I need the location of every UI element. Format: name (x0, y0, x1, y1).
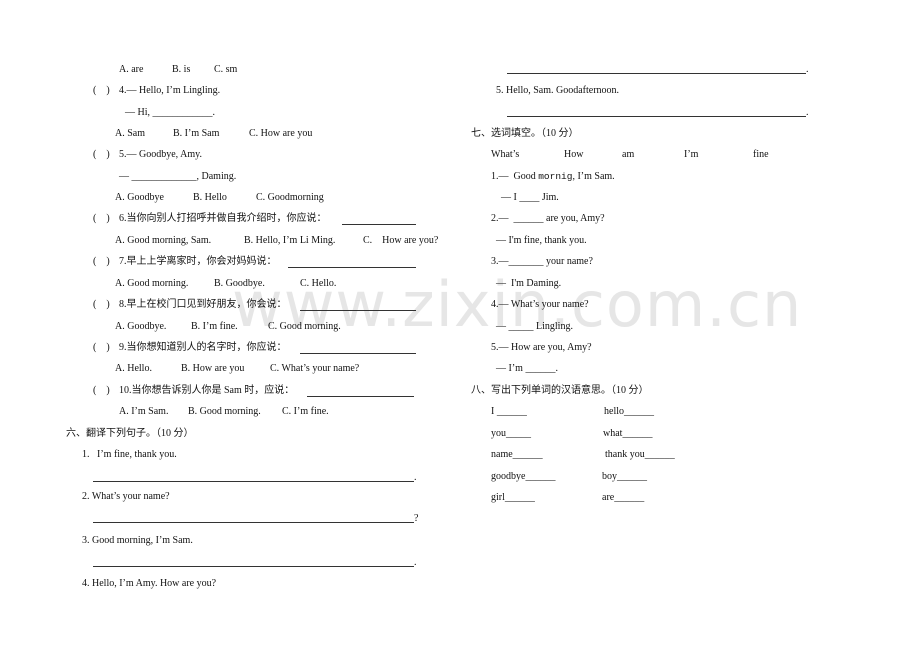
s6-item4-end: . (806, 64, 809, 75)
s8-word-boy: boy______ (602, 471, 647, 482)
s7-item4-answer: — _____ Lingling. (496, 321, 573, 332)
q9-option-a: A. Hello. (115, 363, 152, 374)
q10-option-c: C. I’m fine. (282, 406, 329, 417)
q6-option-b: B. Hello, I’m Li Ming. (244, 235, 336, 246)
q6-stem: 6.当你向别人打招呼并做自我介绍时，你应说： (119, 213, 327, 224)
section8-title: 八、写出下列单词的汉语意思。（10 分） (471, 385, 649, 396)
section6-title: 六、翻译下列句子。（10 分） (66, 428, 194, 439)
q9-option-b: B. How are you (181, 363, 245, 374)
q6-answer-line[interactable] (342, 224, 416, 225)
s7-item5-answer: — I’m ______. (496, 363, 558, 374)
q9-answer-paren[interactable]: ( ) (93, 342, 110, 354)
q10-answer-line[interactable] (307, 396, 414, 397)
s6-item1: 1. I’m fine, thank you. (82, 449, 177, 460)
s6-item5-end: . (806, 107, 809, 118)
q5-option-b: B. Hello (193, 192, 227, 203)
s7-item4-question: 4.— What’s your name? (491, 299, 589, 310)
section7-title: 七、选词填空。（10 分） (471, 128, 579, 139)
word-bank-am: am (622, 149, 635, 160)
q10-stem: 10.当你想告诉别人你是 Sam 时，应说： (119, 385, 295, 396)
s7-item1-q-pre: 1.— Good (491, 171, 539, 182)
q8-answer-paren[interactable]: ( ) (93, 299, 110, 311)
q3-option-c: C. sm (214, 64, 238, 75)
q6-answer-paren[interactable]: ( ) (93, 213, 110, 225)
q7-answer-paren[interactable]: ( ) (93, 256, 110, 268)
s7-item2-question: 2.— ______ are you, Amy? (491, 213, 605, 224)
q8-option-c: C. Good morning. (268, 321, 341, 332)
s7-item5-question: 5.— How are you, Amy? (491, 342, 592, 353)
word-bank-whats: What’s (491, 149, 520, 160)
q7-option-c: C. Hello. (300, 278, 337, 289)
q5-stem: 5.— Goodbye, Amy. (119, 149, 202, 160)
s6-item2: 2. What’s your name? (82, 491, 170, 502)
word-bank-how: How (564, 149, 584, 160)
q5-reply: — _____________, Daming. (119, 171, 237, 182)
q8-option-b: B. I’m fine. (191, 321, 238, 332)
s6-item1-answer-line[interactable] (93, 481, 414, 482)
q4-option-b: B. I’m Sam (173, 128, 220, 139)
s8-word-what: what______ (603, 428, 653, 439)
q5-option-c: C. Goodmorning (256, 192, 324, 203)
q8-answer-line[interactable] (300, 310, 416, 311)
q10-option-a: A. I’m Sam. (119, 406, 169, 417)
q6-option-c: C. How are you? (363, 235, 439, 246)
q5-option-a: A. Goodbye (115, 192, 164, 203)
q8-stem: 8.早上在校门口见到好朋友，你会说： (119, 299, 287, 310)
s8-word-girl: girl______ (491, 492, 535, 503)
s6-item2-answer-line[interactable] (93, 522, 414, 523)
s8-word-i: I ______ (491, 406, 527, 417)
s6-item4: 4. Hello, I’m Amy. How are you? (82, 578, 217, 589)
q10-option-b: B. Good morning. (188, 406, 261, 417)
s8-word-are: are______ (602, 492, 645, 503)
s8-word-hello: hello______ (604, 406, 654, 417)
s8-word-name: name______ (491, 449, 543, 460)
s6-item3-end: . (414, 557, 417, 568)
q4-reply: — Hi, ____________. (125, 107, 215, 118)
s7-item2-answer: — I'm fine, thank you. (496, 235, 587, 246)
q9-stem: 9.当你想知道别人的名字时，你应说： (119, 342, 287, 353)
s6-item3-answer-line[interactable] (93, 566, 414, 567)
s7-item1-q-post: , I’m Sam. (572, 171, 615, 182)
q7-answer-line[interactable] (288, 267, 416, 268)
word-bank-fine: fine (753, 149, 769, 160)
s8-word-thank-you: thank you______ (605, 449, 675, 460)
s8-word-you: you_____ (491, 428, 531, 439)
q7-stem: 7.早上上学离家时，你会对妈妈说： (119, 256, 277, 267)
s6-item1-end: . (414, 472, 417, 483)
q6-option-a: A. Good morning, Sam. (115, 235, 212, 246)
s7-item3-question: 3.—_______ your name? (491, 256, 593, 267)
s6-item4-answer-line[interactable] (507, 73, 806, 74)
q9-option-c: C. What’s your name? (270, 363, 360, 374)
s7-item1-question: 1.— Good mornig, I’m Sam. (491, 171, 615, 183)
q9-answer-line[interactable] (300, 353, 416, 354)
q3-option-a: A. are (119, 64, 144, 75)
q4-answer-paren[interactable]: ( ) (93, 85, 110, 97)
s6-item5: 5. Hello, Sam. Goodafternoon. (496, 85, 620, 96)
s6-item5-answer-line[interactable] (507, 116, 806, 117)
s6-item3: 3. Good morning, I’m Sam. (82, 535, 193, 546)
q4-stem: 4.— Hello, I’m Lingling. (119, 85, 221, 96)
s7-item1-q-mono: mornig (538, 171, 573, 182)
q4-option-c: C. How are you (249, 128, 313, 139)
q5-answer-paren[interactable]: ( ) (93, 149, 110, 161)
q7-option-b: B. Goodbye. (214, 278, 265, 289)
s7-item1-answer: — I ____ Jim. (501, 192, 559, 203)
s8-word-goodbye: goodbye______ (491, 471, 556, 482)
q4-option-a: A. Sam (115, 128, 145, 139)
q10-answer-paren[interactable]: ( ) (93, 385, 110, 397)
s7-item3-answer: — I'm Daming. (496, 278, 562, 289)
s6-item2-end: ? (414, 513, 419, 524)
word-bank-im: I’m (684, 149, 699, 160)
q7-option-a: A. Good morning. (115, 278, 189, 289)
q3-option-b: B. is (172, 64, 191, 75)
q8-option-a: A. Goodbye. (115, 321, 167, 332)
